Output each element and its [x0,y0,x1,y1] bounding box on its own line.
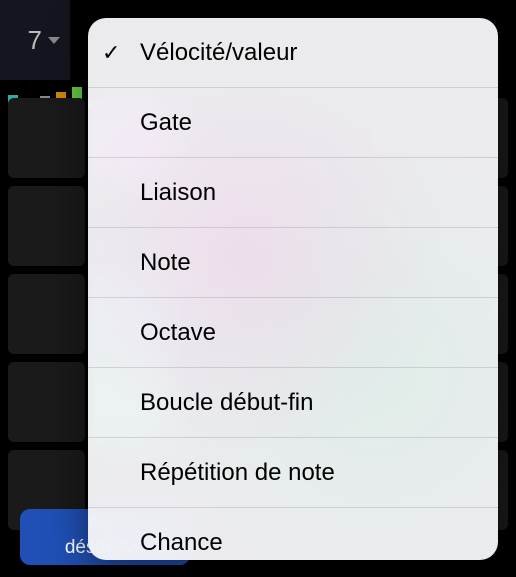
menu-item-loop-start-end[interactable]: Boucle début-fin [88,368,498,438]
menu-item-chance[interactable]: Chance [88,508,498,560]
menu-item-label: Chance [140,529,223,557]
menu-item-velocity-value[interactable]: ✓ Vélocité/valeur [88,18,498,88]
menu-item-label: Octave [140,319,216,347]
menu-item-note-repeat[interactable]: Répétition de note [88,438,498,508]
chevron-down-icon [48,37,60,44]
menu-item-octave[interactable]: Octave [88,298,498,368]
menu-item-label: Liaison [140,179,216,207]
menu-item-liaison[interactable]: Liaison [88,158,498,228]
menu-item-note[interactable]: Note [88,228,498,298]
menu-item-label: Note [140,249,191,277]
menu-item-label: Répétition de note [140,459,335,487]
parameter-menu: ✓ Vélocité/valeur Gate Liaison Note Octa… [88,18,498,560]
checkmark-icon: ✓ [102,40,120,66]
header-value: 7 [28,25,42,56]
menu-item-gate[interactable]: Gate [88,88,498,158]
parameter-popover: ✓ Vélocité/valeur Gate Liaison Note Octa… [88,18,498,560]
header-fragment[interactable]: 7 [0,0,70,80]
menu-item-label: Boucle début-fin [140,389,313,417]
menu-item-label: Gate [140,109,192,137]
menu-item-label: Vélocité/valeur [140,39,297,67]
